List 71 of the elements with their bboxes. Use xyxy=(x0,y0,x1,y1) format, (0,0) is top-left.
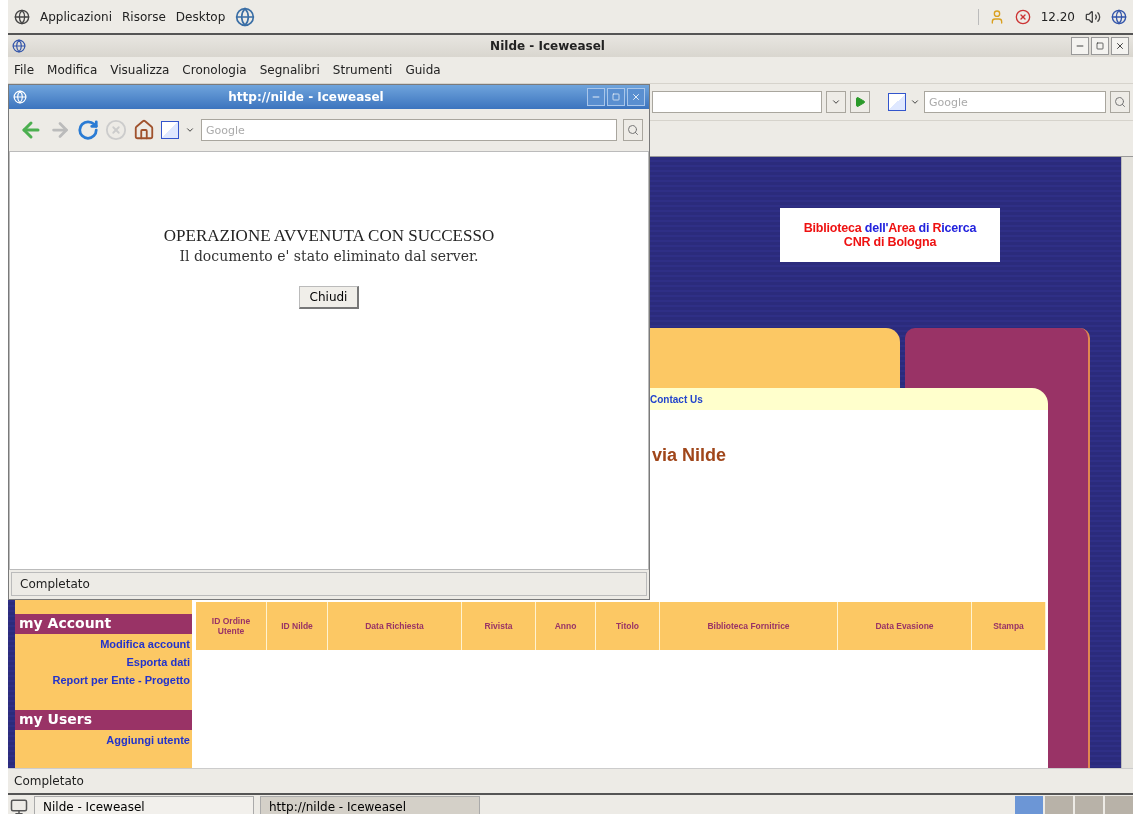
search-icon xyxy=(1114,96,1126,108)
search-icon xyxy=(627,124,639,136)
message-text: Il documento e' stato eliminato dal server. xyxy=(179,248,479,264)
maximize-icon xyxy=(612,93,620,101)
column-header: Data Evasione xyxy=(838,602,972,650)
column-header: Rivista xyxy=(462,602,536,650)
close-icon xyxy=(631,92,641,102)
status-text: Completato xyxy=(8,768,1133,793)
desktop-icon[interactable] xyxy=(10,798,28,814)
column-header: ID Ordine Utente xyxy=(196,602,267,650)
caret-icon[interactable] xyxy=(910,97,920,107)
home-icon[interactable] xyxy=(133,119,155,141)
maximize-button[interactable] xyxy=(607,88,625,106)
search-button[interactable] xyxy=(623,119,643,141)
close-icon xyxy=(1115,41,1125,51)
status-text: Completato xyxy=(11,572,647,596)
message-title: OPERAZIONE AVVENUTA CON SUCCESSO xyxy=(163,226,495,246)
search-engine-icon[interactable] xyxy=(888,93,906,111)
menu-item[interactable]: File xyxy=(14,63,35,77)
taskbar-button[interactable]: Nilde - Iceweasel xyxy=(34,796,254,814)
play-icon xyxy=(854,96,866,108)
app-icon xyxy=(13,90,27,104)
sidebar-link[interactable]: Aggiungi utente xyxy=(76,732,192,750)
search-engine-icon[interactable] xyxy=(161,121,179,139)
column-header: Titolo xyxy=(596,602,660,650)
close-button[interactable] xyxy=(1111,37,1129,55)
globe-icon[interactable] xyxy=(1111,8,1127,25)
sidebar-link[interactable]: Esporta dati xyxy=(96,654,192,672)
contact-link[interactable]: Contact Us xyxy=(650,393,703,405)
column-header: ID Nilde xyxy=(267,602,328,650)
caret-icon[interactable] xyxy=(185,125,195,135)
url-field[interactable] xyxy=(652,91,822,113)
panel-menu[interactable]: Risorse xyxy=(122,9,166,24)
app-icon xyxy=(12,39,26,53)
maximize-icon xyxy=(1096,42,1104,50)
caret-icon xyxy=(831,97,841,107)
menu-item[interactable]: Strumenti xyxy=(332,63,393,77)
reload-icon[interactable] xyxy=(77,119,99,141)
go-button[interactable] xyxy=(850,91,870,113)
sidebar-link[interactable]: Report per Ente - Progetto xyxy=(22,672,192,690)
column-header: Biblioteca Fornitrice xyxy=(660,602,838,650)
dropdown-button[interactable] xyxy=(826,91,846,113)
sidebar-heading: my Users xyxy=(15,710,192,730)
page-heading: via Nilde xyxy=(652,445,728,466)
search-button[interactable] xyxy=(1110,91,1130,113)
forward-icon[interactable] xyxy=(49,119,71,141)
network-icon[interactable] xyxy=(1014,8,1031,25)
sidebar-link[interactable]: Modifica account xyxy=(70,636,192,654)
column-header: Data Richiesta xyxy=(328,602,462,650)
panel-menu[interactable]: Desktop xyxy=(175,9,226,24)
minimize-button[interactable] xyxy=(587,88,605,106)
column-header: Stampa xyxy=(972,602,1046,650)
menu-item[interactable]: Cronologia xyxy=(182,63,247,77)
close-button[interactable]: Chiudi xyxy=(298,286,360,309)
menu-item[interactable]: Segnalibri xyxy=(259,63,320,77)
volume-icon[interactable] xyxy=(1085,8,1101,25)
minimize-button[interactable] xyxy=(1071,37,1089,55)
menu-item[interactable]: Modifica xyxy=(47,63,98,77)
taskbar-button[interactable]: http://nilde - Iceweasel xyxy=(260,796,480,814)
panel-menu[interactable]: Applicazioni xyxy=(40,9,112,24)
sidebar-heading: my Account xyxy=(15,614,192,634)
column-header: Anno xyxy=(536,602,596,650)
menu-item[interactable]: Guida xyxy=(405,63,441,77)
clock[interactable]: 12.20 xyxy=(1040,9,1075,24)
globe-icon[interactable] xyxy=(235,6,256,27)
menu-item[interactable]: Visualizza xyxy=(110,63,170,77)
window-title: http://nilde - Iceweasel xyxy=(227,90,385,104)
banner-logo: Biblioteca dell'Area di Ricerca CNR di Bologna xyxy=(780,208,1000,262)
stop-icon[interactable] xyxy=(105,119,127,141)
window-title: Nilde - Iceweasel xyxy=(489,39,606,53)
scrollbar[interactable] xyxy=(1121,157,1133,768)
